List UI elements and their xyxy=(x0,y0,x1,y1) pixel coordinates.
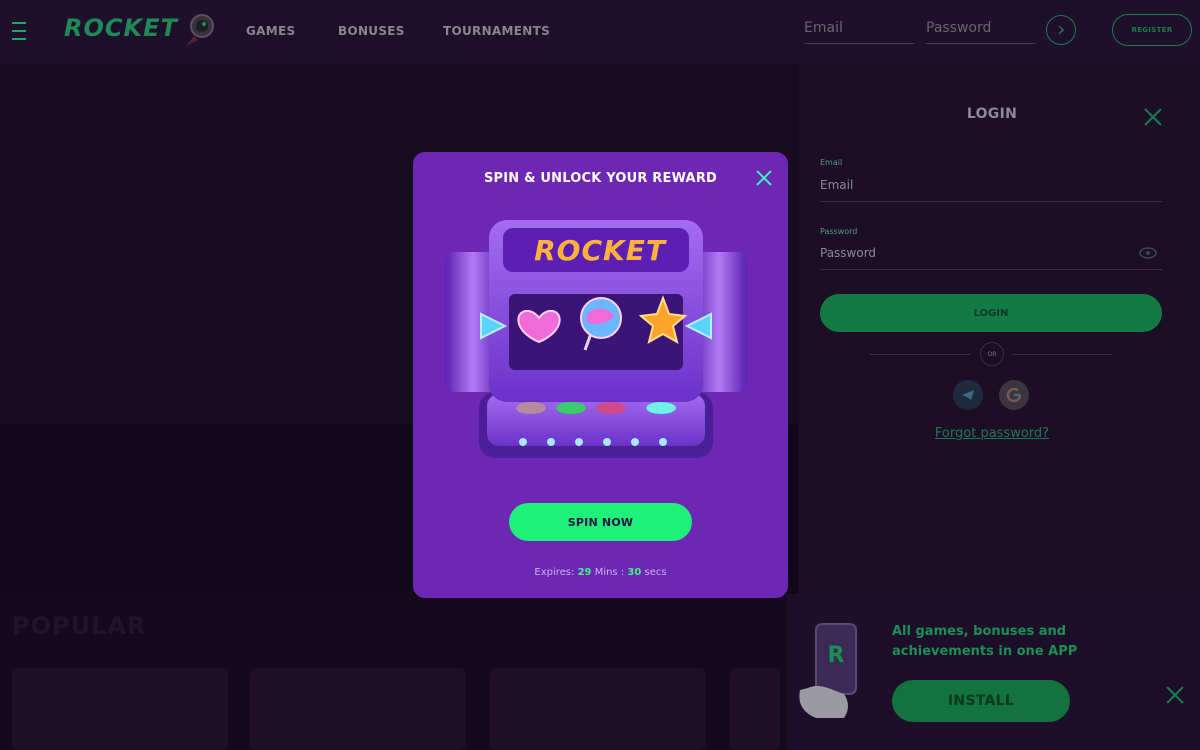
email-label: Email xyxy=(820,158,843,167)
nav-bonuses[interactable]: BONUSES xyxy=(338,24,405,38)
password-label: Password xyxy=(820,227,858,236)
telegram-icon xyxy=(962,390,974,400)
close-icon[interactable] xyxy=(1142,106,1164,128)
modal-title: SPIN & UNLOCK YOUR REWARD xyxy=(483,171,718,186)
site-logo[interactable]: ROCKET xyxy=(64,14,178,42)
password-field[interactable]: Password xyxy=(820,238,1162,270)
divider xyxy=(870,354,970,355)
header-login-go-button[interactable] xyxy=(1046,15,1076,45)
chevron-right-icon xyxy=(1058,25,1065,35)
astronaut-icon xyxy=(186,14,214,46)
login-panel: LOGIN Email Email Password Password LOGI… xyxy=(798,64,1200,594)
google-icon xyxy=(1006,387,1022,403)
email-field[interactable]: Email xyxy=(820,170,1162,202)
spin-reward-modal: SPIN & UNLOCK YOUR REWARD ROCKET SPIN NO… xyxy=(413,152,788,598)
telegram-login-button[interactable] xyxy=(953,380,983,410)
login-title: LOGIN xyxy=(966,106,1018,122)
seconds-value: 30 xyxy=(627,567,642,578)
header-password-input[interactable]: Password xyxy=(926,18,1036,44)
spin-now-button[interactable]: SPIN NOW xyxy=(509,503,692,541)
login-button[interactable]: LOGIN xyxy=(820,294,1162,332)
close-icon[interactable] xyxy=(1164,684,1186,706)
seconds-unit: secs xyxy=(644,567,667,578)
svg-text:R: R xyxy=(828,643,845,668)
register-button[interactable]: REGISTER xyxy=(1112,14,1192,46)
machine-logo: ROCKET xyxy=(534,234,666,267)
game-tile[interactable] xyxy=(490,668,706,750)
header-email-input[interactable]: Email xyxy=(804,18,914,44)
nav-games[interactable]: GAMES xyxy=(246,24,295,38)
or-badge: OR xyxy=(980,342,1004,366)
game-tile[interactable] xyxy=(730,668,780,750)
install-app-banner: R All games, bonuses and achievements in… xyxy=(786,594,1200,750)
install-button[interactable]: INSTALL xyxy=(892,680,1070,722)
eye-icon[interactable] xyxy=(1138,246,1158,260)
expiry-timer: Expires: 29 Mins : 30 secs xyxy=(413,567,788,578)
top-header: ROCKET GAMES BONUSES TOURNAMENTS Email P… xyxy=(0,0,1200,64)
phone-in-hand-icon: R xyxy=(799,623,857,718)
close-icon[interactable] xyxy=(754,168,774,188)
google-login-button[interactable] xyxy=(999,380,1029,410)
timer-separator: : xyxy=(620,567,625,578)
forgot-password-link[interactable]: Forgot password? xyxy=(798,426,1186,441)
expires-label: Expires: xyxy=(534,567,575,578)
game-tile[interactable] xyxy=(12,668,228,750)
nav-tournaments[interactable]: TOURNAMENTS xyxy=(443,24,550,38)
game-tile[interactable] xyxy=(250,668,466,750)
menu-icon[interactable] xyxy=(12,22,28,40)
install-promo-text: All games, bonuses and achievements in o… xyxy=(892,624,1078,659)
minutes-value: 29 xyxy=(577,567,592,578)
divider xyxy=(1012,354,1112,355)
minutes-unit: Mins xyxy=(594,567,618,578)
popular-heading: POPULAR xyxy=(12,612,147,640)
